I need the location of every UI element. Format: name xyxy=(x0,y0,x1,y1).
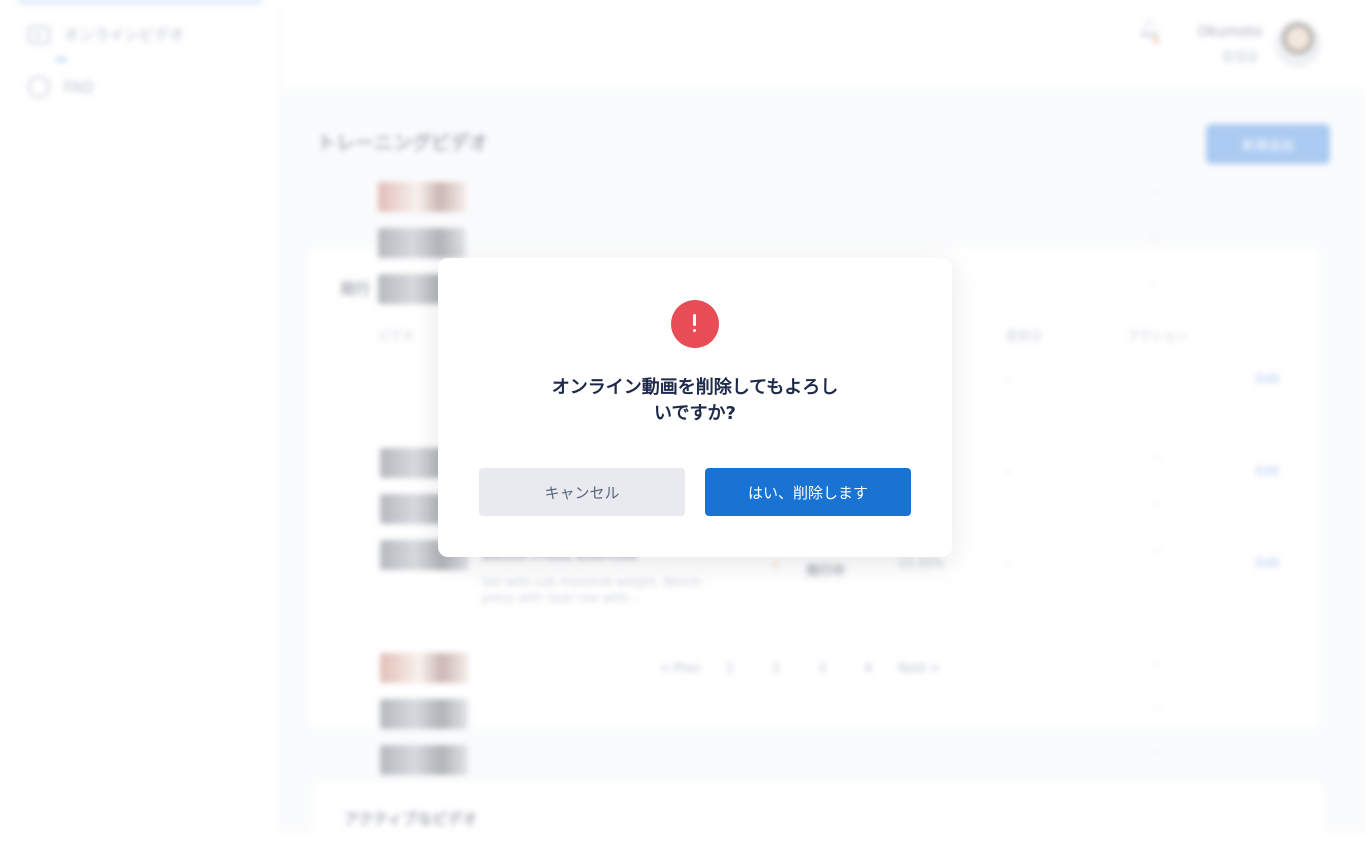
exclamation-icon xyxy=(671,300,719,348)
cancel-button[interactable]: キャンセル xyxy=(479,468,685,516)
dialog-message: オンライン動画を削除してもよろしいですか? xyxy=(551,377,839,424)
modal-overlay: オンライン動画を削除してもよろしいですか? キャンセル はい、削除します xyxy=(0,0,1366,833)
delete-confirm-dialog: オンライン動画を削除してもよろしいですか? キャンセル はい、削除します xyxy=(438,258,952,557)
confirm-delete-button[interactable]: はい、削除します xyxy=(705,468,911,516)
